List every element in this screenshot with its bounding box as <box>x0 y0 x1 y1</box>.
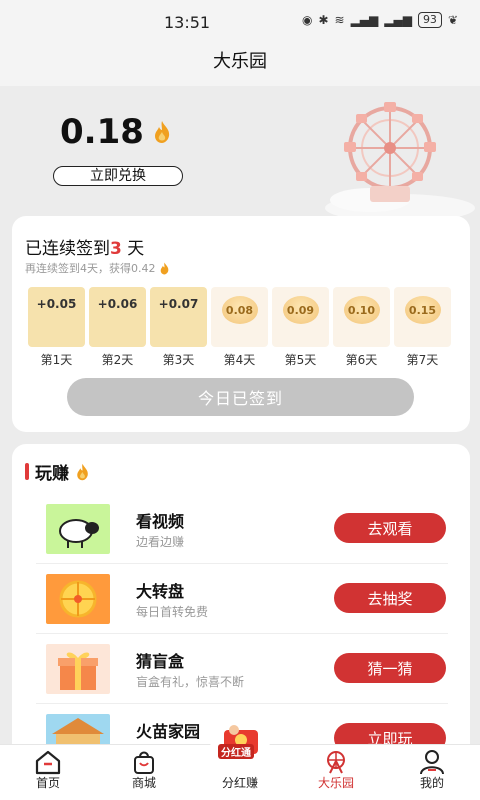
signed-in-button[interactable]: 今日已签到 <box>67 378 414 416</box>
day-reward-tile: +0.06 <box>89 287 146 347</box>
day-reward-value: +0.07 <box>158 297 199 311</box>
task-watch-video: 看视频 边看边赚 去观看 <box>36 494 448 564</box>
leaf-icon: ❦ <box>447 13 458 27</box>
checkin-day-4: 0.08 第4天 <box>211 287 268 368</box>
flame-icon <box>77 463 88 480</box>
wifi-icon: ≋ <box>334 13 345 27</box>
dividend-badge[interactable]: 分红通 <box>208 722 272 760</box>
page-title: 大乐园 <box>213 51 267 72</box>
day-reward-value: 0.08 <box>225 303 254 317</box>
day-label: 第6天 <box>345 353 378 367</box>
checkin-days-count: 3 <box>110 239 122 259</box>
flame-icon <box>160 262 168 274</box>
day-reward-value: +0.05 <box>36 297 77 311</box>
task-name: 大转盘 <box>136 582 185 601</box>
guess-button[interactable]: 猜一猜 <box>334 653 446 683</box>
tab-paradise[interactable]: 大乐园 <box>296 745 376 800</box>
battery-icon: 93 <box>417 12 442 28</box>
tab-label: 我的 <box>419 776 444 790</box>
coin-icon: 0.08 <box>221 296 258 324</box>
lucky-draw-button[interactable]: 去抽奖 <box>334 583 446 613</box>
day-reward-tile: 0.09 <box>272 287 329 347</box>
day-reward-value: 0.09 <box>286 303 315 317</box>
coin-icon: 0.15 <box>404 296 441 324</box>
checkin-day-tiles: +0.05 第1天 +0.06 第2天 +0.07 第3天 0.08 第4天 0… <box>28 287 451 368</box>
tab-label: 首页 <box>35 776 60 790</box>
flame-icon <box>154 121 170 143</box>
checkin-day-3: +0.07 第3天 <box>150 287 207 368</box>
signal-2-icon: ▂▄▆ <box>384 13 412 27</box>
day-label: 第3天 <box>162 353 195 367</box>
status-icons: ◉ ✱ ≋ ▂▄▆ ▂▄▆ 93 ❦ <box>302 12 458 28</box>
watch-video-button[interactable]: 去观看 <box>334 513 446 543</box>
ferris-wheel-icon <box>327 751 345 774</box>
balance: 0.18 <box>60 112 172 152</box>
tab-home[interactable]: 首页 <box>8 745 88 800</box>
day-label: 第2天 <box>101 353 134 367</box>
ferris-wheel-illustration <box>325 102 475 222</box>
home-icon <box>35 750 61 775</box>
day-reward-tile: 0.08 <box>211 287 268 347</box>
checkin-day-7: 0.15 第7天 <box>394 287 451 368</box>
play-heading: 玩赚 <box>25 459 90 484</box>
status-bar: 13:51 ◉ ✱ ≋ ▂▄▆ ▂▄▆ 93 ❦ <box>0 0 480 42</box>
day-reward-value: +0.06 <box>97 297 138 311</box>
day-reward-tile: 0.15 <box>394 287 451 347</box>
checkin-day-6: 0.10 第6天 <box>333 287 390 368</box>
day-label: 第1天 <box>40 353 73 367</box>
day-reward-tile: 0.10 <box>333 287 390 347</box>
day-reward-value: 0.15 <box>408 303 437 317</box>
status-time: 13:51 <box>164 13 211 32</box>
lucky-wheel-thumbnail <box>46 574 110 624</box>
play-earn-card: 玩赚 看视频 边看边赚 去观看 大转盘 每日首转免费 去抽奖 猜盲盒 盲盒有礼，… <box>12 444 470 764</box>
checkin-day-2: +0.06 第2天 <box>89 287 146 368</box>
nav-bar: 大乐园 <box>0 42 480 86</box>
task-lucky-wheel: 大转盘 每日首转免费 去抽奖 <box>36 564 448 634</box>
gift-box-thumbnail <box>46 644 110 694</box>
task-name: 看视频 <box>136 512 185 531</box>
day-reward-tile: +0.07 <box>150 287 207 347</box>
day-label: 第7天 <box>406 353 439 367</box>
signal-icon: ▂▄▆ <box>350 13 379 27</box>
heading-accent-bar <box>25 463 29 480</box>
tab-label: 分红赚 <box>221 776 258 790</box>
coin-icon: 0.09 <box>282 296 319 324</box>
tab-label: 大乐园 <box>317 776 354 790</box>
task-name: 猜盲盒 <box>136 652 185 671</box>
bluetooth-icon: ✱ <box>318 13 329 27</box>
checkin-subtitle: 再连续签到4天，获得0.42 <box>25 260 170 276</box>
task-name: 火苗家园 <box>136 722 201 741</box>
video-sheep-thumbnail <box>46 504 110 554</box>
checkin-title-prefix: 已连续签到 <box>25 239 110 259</box>
day-reward-tile: +0.05 <box>28 287 85 347</box>
day-label: 第4天 <box>223 353 256 367</box>
balance-value: 0.18 <box>60 112 144 152</box>
task-desc: 边看边赚 <box>136 535 185 549</box>
checkin-day-5: 0.09 第5天 <box>272 287 329 368</box>
task-blind-box: 猜盲盒 盲盒有礼，惊喜不断 猜一猜 <box>36 634 448 704</box>
exchange-button[interactable]: 立即兑换 <box>53 166 183 186</box>
shopping-bag-icon <box>134 751 154 774</box>
tab-mine[interactable]: 我的 <box>392 745 472 800</box>
checkin-title-suffix: 天 <box>121 239 145 259</box>
coin-icon: 0.10 <box>343 296 380 324</box>
task-desc: 盲盒有礼，惊喜不断 <box>136 675 245 689</box>
checkin-title: 已连续签到3 天 <box>25 234 144 259</box>
user-icon <box>420 750 444 775</box>
tab-label: 商城 <box>131 776 156 790</box>
checkin-card: 已连续签到3 天 再连续签到4天，获得0.42 +0.05 第1天 +0.06 … <box>12 216 470 432</box>
checkin-day-1: +0.05 第1天 <box>28 287 85 368</box>
eye-icon: ◉ <box>301 13 313 27</box>
dividend-badge-text: 分红通 <box>218 744 254 759</box>
task-desc: 每日首转免费 <box>136 605 209 619</box>
play-heading-text: 玩赚 <box>35 464 69 484</box>
day-reward-value: 0.10 <box>347 303 376 317</box>
checkin-subtitle-text: 再连续签到4天，获得0.42 <box>25 262 156 275</box>
day-label: 第5天 <box>284 353 317 367</box>
tab-mall[interactable]: 商城 <box>104 745 184 800</box>
